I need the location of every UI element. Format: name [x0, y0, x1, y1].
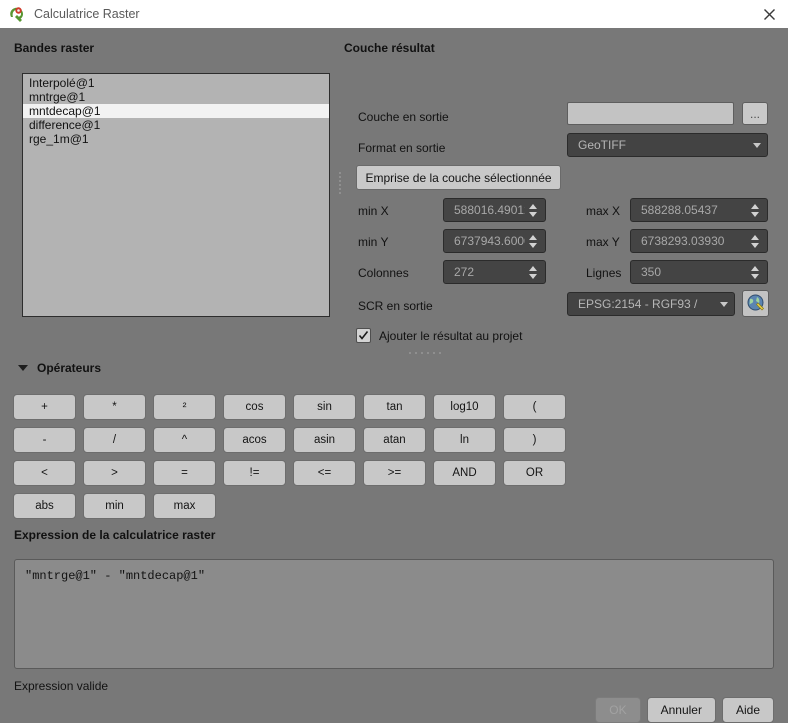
columns-spinbox[interactable]: 272 [443, 260, 546, 284]
operator-button[interactable]: cos [223, 394, 286, 420]
operator-button[interactable]: AND [433, 460, 496, 486]
bands-panel-title: Bandes raster [14, 41, 95, 55]
operator-button[interactable]: min [83, 493, 146, 519]
operator-button[interactable]: - [13, 427, 76, 453]
max-x-label: max X [586, 204, 621, 218]
columns-label: Colonnes [358, 266, 409, 280]
browse-output-button[interactable]: ... [742, 102, 768, 125]
min-x-spinbox[interactable]: 588016.49012 [443, 198, 546, 222]
crs-select-button[interactable] [742, 290, 769, 317]
selected-layer-extent-button[interactable]: Emprise de la couche sélectionnée [356, 165, 561, 190]
max-x-value: 588288.05437 [641, 203, 718, 217]
operator-button[interactable]: tan [363, 394, 426, 420]
operator-button[interactable]: abs [13, 493, 76, 519]
operator-button[interactable]: * [83, 394, 146, 420]
operator-button[interactable]: acos [223, 427, 286, 453]
dialog-body: Bandes raster Interpolé@1 mntrge@1 mntdeca… [0, 28, 788, 723]
operator-button[interactable]: ) [503, 427, 566, 453]
qgis-logo-icon [8, 6, 25, 23]
operator-button[interactable]: OR [503, 460, 566, 486]
output-format-value: GeoTIFF [578, 138, 627, 152]
title-bar: Calculatrice Raster [0, 0, 788, 28]
operator-button[interactable]: asin [293, 427, 356, 453]
columns-value: 272 [454, 265, 475, 279]
operator-button[interactable]: <= [293, 460, 356, 486]
output-format-label: Format en sortie [358, 141, 446, 155]
chevron-down-icon [720, 301, 728, 307]
band-list-item[interactable]: difference@1 [23, 118, 329, 132]
operators-collapse-row[interactable]: Opérateurs [18, 361, 101, 375]
expression-textarea[interactable]: "mntrge@1" - "mntdecap@1" [14, 559, 774, 669]
min-y-stepper[interactable] [525, 234, 545, 248]
operator-button[interactable]: ^ [153, 427, 216, 453]
crs-globe-icon [746, 293, 765, 315]
operator-button[interactable]: >= [363, 460, 426, 486]
band-list-item[interactable]: rge_1m@1 [23, 132, 329, 146]
operator-button[interactable]: + [13, 394, 76, 420]
chevron-down-icon [18, 365, 28, 371]
min-x-stepper[interactable] [525, 203, 545, 217]
max-y-label: max Y [586, 235, 620, 249]
window-title: Calculatrice Raster [34, 7, 140, 21]
operator-button[interactable]: atan [363, 427, 426, 453]
min-y-spinbox[interactable]: 6737943.60000 [443, 229, 546, 253]
vertical-splitter-handle[interactable] [339, 170, 343, 200]
max-y-value: 6738293.03930 [641, 234, 725, 248]
operator-button[interactable]: > [83, 460, 146, 486]
output-layer-input[interactable] [567, 102, 734, 125]
operator-button[interactable]: = [153, 460, 216, 486]
max-y-spinbox[interactable]: 6738293.03930 [630, 229, 768, 253]
operator-button[interactable]: log10 [433, 394, 496, 420]
help-button[interactable]: Aide [721, 697, 774, 723]
close-icon[interactable] [756, 2, 782, 26]
add-to-project-checkbox[interactable] [356, 328, 371, 343]
columns-stepper[interactable] [525, 265, 545, 279]
ok-button[interactable]: OK [595, 697, 641, 723]
rows-value: 350 [641, 265, 662, 279]
band-list-item[interactable]: Interpolé@1 [23, 76, 329, 90]
operator-button[interactable]: / [83, 427, 146, 453]
operator-button[interactable]: max [153, 493, 216, 519]
min-x-value: 588016.49012 [454, 203, 525, 217]
operators-grid: + * ² cos sin tan log10(- / ^ acos asin atan ln) < > =!… [13, 394, 585, 526]
operator-button[interactable]: < [13, 460, 76, 486]
operator-button[interactable]: ( [503, 394, 566, 420]
operators-row: - / ^ acos asin atan ln) [13, 427, 585, 453]
output-layer-label: Couche en sortie [358, 110, 449, 124]
max-x-spinbox[interactable]: 588288.05437 [630, 198, 768, 222]
rows-label: Lignes [586, 266, 622, 280]
max-y-stepper[interactable] [747, 234, 767, 248]
chevron-down-icon [753, 142, 761, 148]
operator-button[interactable]: sin [293, 394, 356, 420]
operators-title: Opérateurs [37, 361, 102, 375]
expression-title: Expression de la calculatrice raster [14, 528, 216, 542]
crs-combo[interactable]: EPSG:2154 - RGF93 / [567, 292, 735, 316]
operator-button[interactable]: ² [153, 394, 216, 420]
operator-button[interactable]: ln [433, 427, 496, 453]
operators-row: + * ² cos sin tan log10 ( [13, 394, 585, 420]
crs-label: SCR en sortie [358, 299, 433, 313]
expression-status: Expression valide [14, 679, 109, 693]
max-x-stepper[interactable] [747, 203, 767, 217]
band-list-item[interactable]: mntrge@1 [23, 90, 329, 104]
operators-row: < > = != <= >= AND OR [13, 460, 585, 486]
min-y-label: min Y [358, 235, 389, 249]
raster-bands-list[interactable]: Interpolé@1 mntrge@1 mntdecap@1 difference@… [22, 73, 330, 317]
dialog-button-box: OK Annuler Aide [595, 697, 774, 723]
check-icon [358, 331, 369, 340]
band-list-item[interactable]: mntdecap@1 [23, 104, 329, 118]
min-y-value: 6737943.60000 [454, 234, 525, 248]
operators-row: abs min max [13, 493, 585, 519]
cancel-button[interactable]: Annuler [646, 697, 716, 723]
rows-spinbox[interactable]: 350 [630, 260, 768, 284]
horizontal-splitter-handle[interactable] [409, 352, 441, 356]
add-to-project-row[interactable]: Ajouter le résultat au projet [356, 328, 522, 343]
output-format-combo[interactable]: GeoTIFF [567, 133, 768, 157]
rows-stepper[interactable] [747, 265, 767, 279]
operator-button[interactable]: != [223, 460, 286, 486]
add-to-project-label: Ajouter le résultat au projet [379, 328, 523, 343]
crs-value: EPSG:2154 - RGF93 / [578, 297, 698, 311]
result-panel-title: Couche résultat [344, 41, 435, 55]
min-x-label: min X [358, 204, 389, 218]
